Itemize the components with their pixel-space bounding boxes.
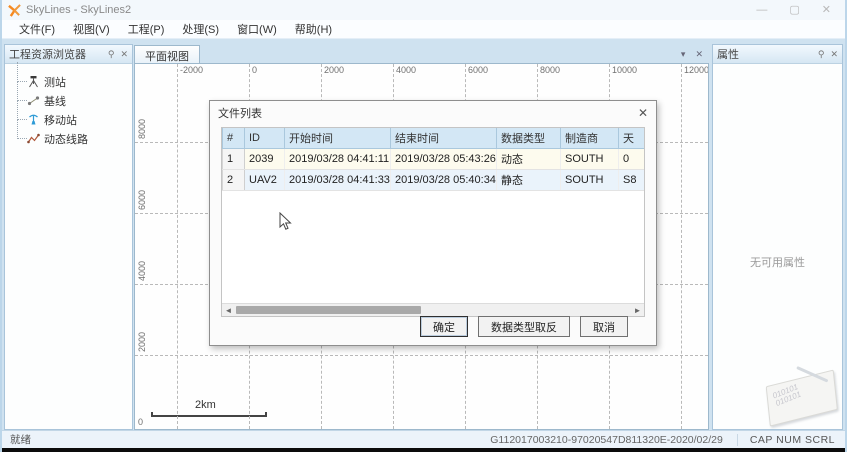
close-icon[interactable]: ✕	[120, 49, 128, 60]
dialog-title-bar[interactable]: 文件列表 ✕	[210, 101, 656, 125]
invert-datatype-button[interactable]: 数据类型取反	[478, 316, 570, 337]
x-tick-label: 12000	[684, 65, 709, 75]
x-tick-label: 0	[252, 65, 257, 75]
app-logo-icon	[8, 4, 21, 17]
status-serial-text: G112017003210-97020547D811320E-2020/02/2…	[490, 434, 723, 446]
close-icon[interactable]: ✕	[638, 106, 648, 120]
table-cell: 2	[223, 170, 245, 191]
table-header-cell[interactable]: ID	[245, 128, 285, 149]
table-cell: 2019/03/28 04:41:11.000	[285, 149, 391, 170]
origin-tick-label: 0	[138, 417, 143, 427]
table-header-cell[interactable]: 天	[619, 128, 646, 149]
table-cell: S8	[619, 170, 646, 191]
menu-bar: 文件(F)视图(V)工程(P)处理(S)窗口(W)帮助(H)	[2, 20, 845, 39]
table-cell: UAV2	[245, 170, 285, 191]
x-tick-label: 10000	[612, 65, 637, 75]
close-button[interactable]: ✕	[822, 4, 831, 17]
menu-item-0[interactable]: 文件(F)	[10, 19, 64, 39]
tree-item-label: 移动站	[44, 112, 77, 128]
x-tick-label: 8000	[540, 65, 560, 75]
table-cell: 0	[619, 149, 646, 170]
bottom-letterbox	[0, 448, 847, 452]
tree-item-1[interactable]: 基线	[13, 91, 132, 110]
horizontal-gridline	[135, 355, 708, 356]
horizontal-scrollbar[interactable]: ◄ ►	[222, 303, 644, 316]
pin-icon[interactable]: ⚲	[818, 49, 825, 60]
tab-plan-view[interactable]: 平面视图	[134, 45, 200, 63]
table-row[interactable]: 120392019/03/28 04:41:11.0002019/03/28 0…	[223, 149, 646, 170]
tree-item-label: 基线	[44, 93, 66, 109]
maximize-button[interactable]: ▢	[789, 4, 799, 17]
table-header-cell[interactable]: #	[223, 128, 245, 149]
table-cell: SOUTH	[561, 149, 619, 170]
x-tick-label: -2000	[180, 65, 203, 75]
pin-icon[interactable]: ⚲	[108, 49, 115, 60]
x-tick-label: 2000	[324, 65, 344, 75]
table-cell: 2019/03/28 05:40:34.000	[391, 170, 497, 191]
close-icon[interactable]: ✕	[695, 49, 703, 60]
y-tick-label: 6000	[137, 190, 147, 210]
menu-item-2[interactable]: 工程(P)	[119, 19, 174, 39]
table-header-cell[interactable]: 结束时间	[391, 128, 497, 149]
close-icon[interactable]: ✕	[830, 49, 838, 60]
window-title: SkyLines - SkyLines2	[26, 4, 756, 16]
tree-item-label: 测站	[44, 74, 66, 90]
file-list-dialog: 文件列表 ✕ #ID开始时间结束时间数据类型制造商天120392019/03/2…	[209, 100, 657, 346]
tree-item-2[interactable]: 移动站	[13, 110, 132, 129]
view-tab-bar: 平面视图 ▾ ✕	[134, 44, 709, 63]
status-bar: 就绪 G112017003210-97020547D811320E-2020/0…	[2, 430, 845, 448]
y-tick-label: 2000	[137, 332, 147, 352]
scroll-left-icon[interactable]: ◄	[222, 306, 235, 315]
y-tick-label: 8000	[137, 119, 147, 139]
table-header-cell[interactable]: 数据类型	[497, 128, 561, 149]
dialog-button-row: 确定数据类型取反取消	[420, 316, 628, 337]
scrollbar-thumb[interactable]	[236, 306, 421, 314]
cancel-button[interactable]: 取消	[580, 316, 628, 337]
table-header-cell[interactable]: 开始时间	[285, 128, 391, 149]
rover-icon	[27, 113, 40, 126]
x-tick-label: 4000	[396, 65, 416, 75]
menu-item-5[interactable]: 帮助(H)	[286, 19, 341, 39]
minimize-button[interactable]: —	[756, 4, 767, 17]
vertical-gridline	[681, 64, 682, 429]
ok-button[interactable]: 确定	[420, 316, 468, 337]
route-icon	[27, 132, 40, 145]
scale-bar-label: 2km	[195, 399, 267, 411]
scroll-right-icon[interactable]: ►	[631, 306, 644, 315]
chevron-down-icon[interactable]: ▾	[681, 49, 686, 60]
status-lock-indicators: CAP NUM SCRL	[737, 434, 835, 446]
table-cell: 2039	[245, 149, 285, 170]
menu-item-3[interactable]: 处理(S)	[173, 19, 228, 39]
title-bar: SkyLines - SkyLines2 — ▢ ✕	[2, 0, 845, 20]
y-tick-label: 4000	[137, 261, 147, 281]
table-cell: 1	[223, 149, 245, 170]
x-tick-label: 6000	[468, 65, 488, 75]
table-cell: SOUTH	[561, 170, 619, 191]
tree-item-label: 动态线路	[44, 131, 88, 147]
application-window: SkyLines - SkyLines2 — ▢ ✕ 文件(F)视图(V)工程(…	[0, 0, 847, 452]
left-panel-title: 工程资源浏览器	[9, 46, 102, 62]
table-header-cell[interactable]: 制造商	[561, 128, 619, 149]
no-properties-text: 无可用属性	[713, 254, 842, 270]
table-cell: 2019/03/28 05:43:26.000	[391, 149, 497, 170]
tree-item-3[interactable]: 动态线路	[13, 129, 132, 148]
tripod-icon	[27, 75, 40, 88]
file-table: #ID开始时间结束时间数据类型制造商天120392019/03/28 04:41…	[222, 128, 645, 191]
dialog-title: 文件列表	[218, 105, 638, 121]
vertical-gridline	[177, 64, 178, 429]
status-ready-text: 就绪	[2, 432, 31, 447]
project-resource-panel: 工程资源浏览器 ⚲ ✕ 测站基线移动站动态线路	[4, 44, 133, 430]
resource-tree: 测站基线移动站动态线路	[5, 64, 132, 148]
mouse-cursor	[279, 212, 292, 231]
table-row[interactable]: 2UAV22019/03/28 04:41:33.2002019/03/28 0…	[223, 170, 646, 191]
tree-item-0[interactable]: 测站	[13, 72, 132, 91]
table-cell: 静态	[497, 170, 561, 191]
table-cell: 2019/03/28 04:41:33.200	[285, 170, 391, 191]
table-cell: 动态	[497, 149, 561, 170]
baseline-icon	[27, 94, 40, 107]
menu-item-1[interactable]: 视图(V)	[64, 19, 119, 39]
menu-item-4[interactable]: 窗口(W)	[228, 19, 286, 39]
right-panel-title: 属性	[717, 46, 812, 62]
